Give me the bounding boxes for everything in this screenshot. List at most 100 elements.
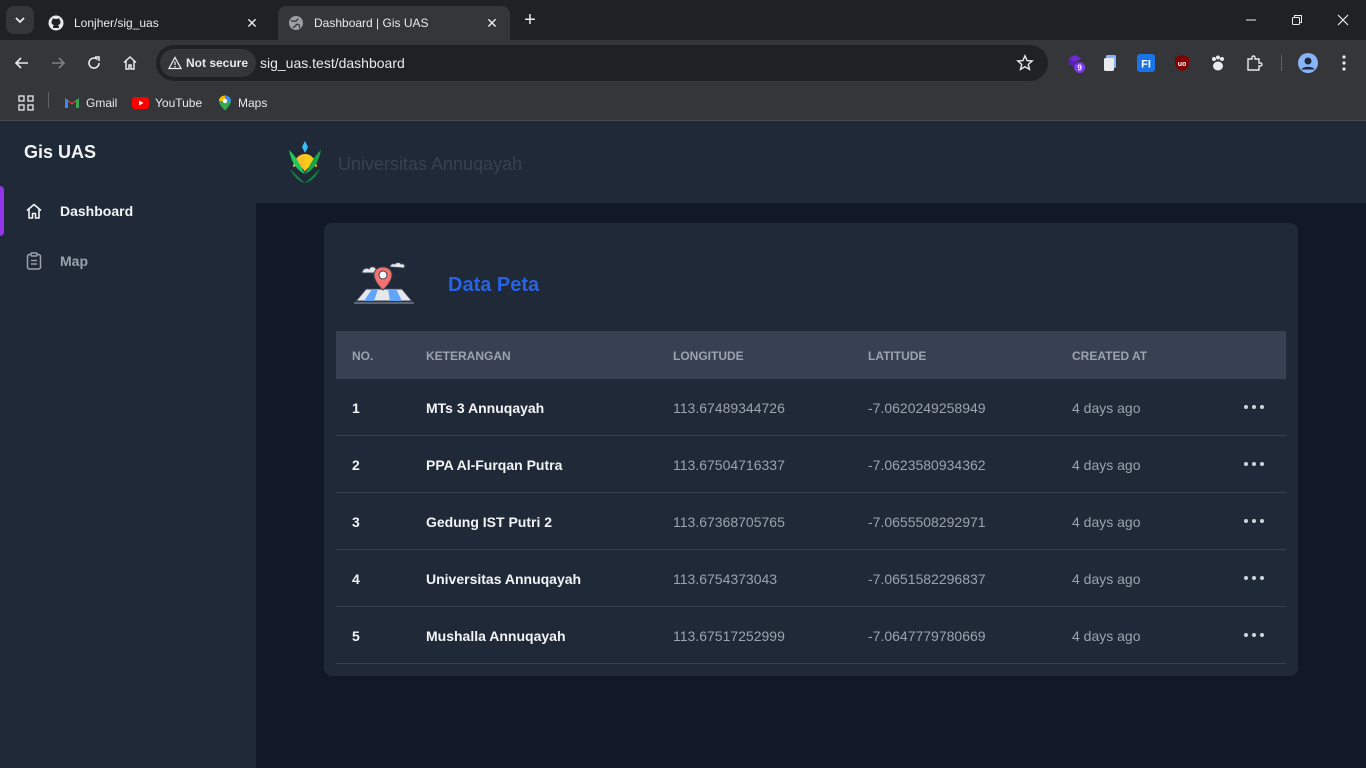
puzzle-icon[interactable] (1244, 53, 1264, 73)
warning-icon (168, 56, 182, 70)
table-row: 3 Gedung IST Putri 2 113.67368705765 -7.… (336, 493, 1286, 550)
bookmarks-bar: Gmail YouTube Maps (0, 86, 1366, 121)
svg-text:uo: uo (1178, 61, 1187, 68)
clipboard-icon (24, 251, 44, 271)
home-icon (24, 201, 44, 221)
restore-button[interactable] (1274, 0, 1320, 40)
profile-avatar-icon[interactable] (1298, 53, 1318, 73)
extension-paw-icon[interactable] (1208, 53, 1228, 73)
more-options-icon[interactable] (1244, 455, 1264, 473)
row-created-at: 4 days ago (1072, 457, 1141, 473)
row-created-at: 4 days ago (1072, 514, 1141, 530)
reload-button[interactable] (80, 49, 108, 77)
column-header-keterangan: Keterangan (426, 349, 511, 363)
star-icon[interactable] (1016, 54, 1034, 72)
minimize-button[interactable] (1228, 0, 1274, 40)
maps-icon (218, 95, 232, 111)
table-row: 4 Universitas Annuqayah 113.6754373043 -… (336, 550, 1286, 607)
chevron-down-icon (15, 17, 25, 24)
kebab-menu-icon[interactable] (1334, 53, 1354, 73)
close-window-button[interactable] (1320, 0, 1366, 40)
sidebar-item-map[interactable]: Map (0, 236, 256, 286)
card-title: Data Peta (448, 274, 540, 296)
more-options-icon[interactable] (1244, 512, 1264, 530)
back-button[interactable] (8, 49, 36, 77)
extension-fi-icon[interactable]: FI (1136, 53, 1156, 73)
apps-button[interactable] (18, 93, 34, 113)
tab-title: Lonjher/sig_uas (74, 16, 159, 30)
row-longitude: 113.67504716337 (673, 457, 785, 473)
bookmark-label: Gmail (86, 96, 118, 110)
app-page: Gis UAS Dashboard Map Universitas Annuqa… (0, 121, 1366, 768)
table-header: No. Keterangan Longitude Latitude Create… (336, 331, 1286, 379)
security-label: Not secure (186, 56, 249, 70)
row-number: 4 (352, 571, 360, 587)
bookmark-label: YouTube (155, 96, 203, 110)
row-number: 2 (352, 457, 360, 473)
more-options-icon[interactable] (1244, 569, 1264, 587)
row-latitude: -7.0651582296837 (868, 571, 986, 587)
arrow-right-icon (52, 57, 66, 69)
row-keterangan: MTs 3 Annuqayah (426, 400, 545, 416)
tab-search-button[interactable] (6, 6, 34, 34)
row-longitude: 113.67517252999 (673, 628, 785, 644)
tab-dashboard[interactable]: Dashboard | Gis UAS ✕ (278, 6, 510, 40)
university-logo (289, 141, 321, 183)
bookmark-youtube[interactable]: YouTube (132, 93, 202, 113)
forward-button[interactable] (44, 49, 72, 77)
row-number: 3 (352, 514, 360, 530)
close-icon[interactable]: ✕ (244, 15, 260, 31)
app-brand[interactable]: Gis UAS (24, 142, 96, 163)
row-created-at: 4 days ago (1072, 571, 1141, 587)
more-options-icon[interactable] (1244, 626, 1264, 644)
bookmark-gmail[interactable]: Gmail (64, 93, 117, 113)
url-text[interactable]: sig_uas.test/dashboard (260, 55, 405, 71)
extension-files-icon[interactable] (1100, 53, 1120, 73)
minimize-icon (1246, 19, 1256, 21)
browser-toolbar: Not secure sig_uas.test/dashboard 9 FI u… (0, 40, 1366, 86)
row-latitude: -7.0620249258949 (868, 400, 986, 416)
globe-icon (288, 15, 304, 31)
tab-github[interactable]: Lonjher/sig_uas ✕ (38, 6, 270, 40)
row-number: 5 (352, 628, 360, 644)
column-header-created-at: Created At (1072, 349, 1148, 363)
close-icon[interactable]: ✕ (484, 15, 500, 31)
row-latitude: -7.0647779780669 (868, 628, 986, 644)
address-bar[interactable]: Not secure sig_uas.test/dashboard (156, 45, 1048, 81)
row-longitude: 113.67368705765 (673, 514, 785, 530)
close-icon (1337, 14, 1349, 26)
extension-badge: 9 (1077, 64, 1082, 73)
row-longitude: 113.67489344726 (673, 400, 785, 416)
map-location-illustration (354, 262, 414, 304)
row-keterangan: Mushalla Annuqayah (426, 628, 566, 644)
site-info-chip[interactable]: Not secure (160, 49, 257, 77)
tab-strip: Lonjher/sig_uas ✕ Dashboard | Gis UAS ✕ … (0, 0, 1366, 40)
sidebar-item-dashboard[interactable]: Dashboard (0, 186, 256, 236)
row-keterangan: PPA Al-Furqan Putra (426, 457, 563, 473)
row-created-at: 4 days ago (1072, 628, 1141, 644)
svg-text:FI: FI (1141, 59, 1151, 71)
tab-title: Dashboard | Gis UAS (314, 16, 429, 30)
organization-name: Universitas Annuqayah (338, 154, 523, 174)
home-icon (123, 55, 137, 70)
table-row: 2 PPA Al-Furqan Putra 113.67504716337 -7… (336, 436, 1286, 493)
bookmark-maps[interactable]: Maps (218, 93, 267, 113)
column-header-longitude: Longitude (673, 349, 744, 363)
more-options-icon[interactable] (1244, 398, 1264, 416)
table-row: 1 MTs 3 Annuqayah 113.67489344726 -7.062… (336, 379, 1286, 436)
github-icon (48, 15, 64, 31)
home-button[interactable] (116, 49, 144, 77)
sidebar: Gis UAS Dashboard Map (0, 121, 256, 768)
restore-icon (1292, 15, 1302, 25)
new-tab-button[interactable]: + (520, 10, 540, 30)
sidebar-item-label: Dashboard (60, 203, 134, 219)
column-header-latitude: Latitude (868, 349, 927, 363)
youtube-icon (132, 97, 149, 109)
bookmark-label: Maps (238, 96, 268, 110)
extension-purple-icon[interactable]: 9 (1066, 53, 1086, 73)
row-number: 1 (352, 400, 360, 416)
bookmarks-separator (48, 92, 49, 108)
gmail-icon (64, 97, 80, 109)
arrow-left-icon (14, 57, 28, 69)
ublock-icon[interactable]: uo (1172, 53, 1192, 73)
